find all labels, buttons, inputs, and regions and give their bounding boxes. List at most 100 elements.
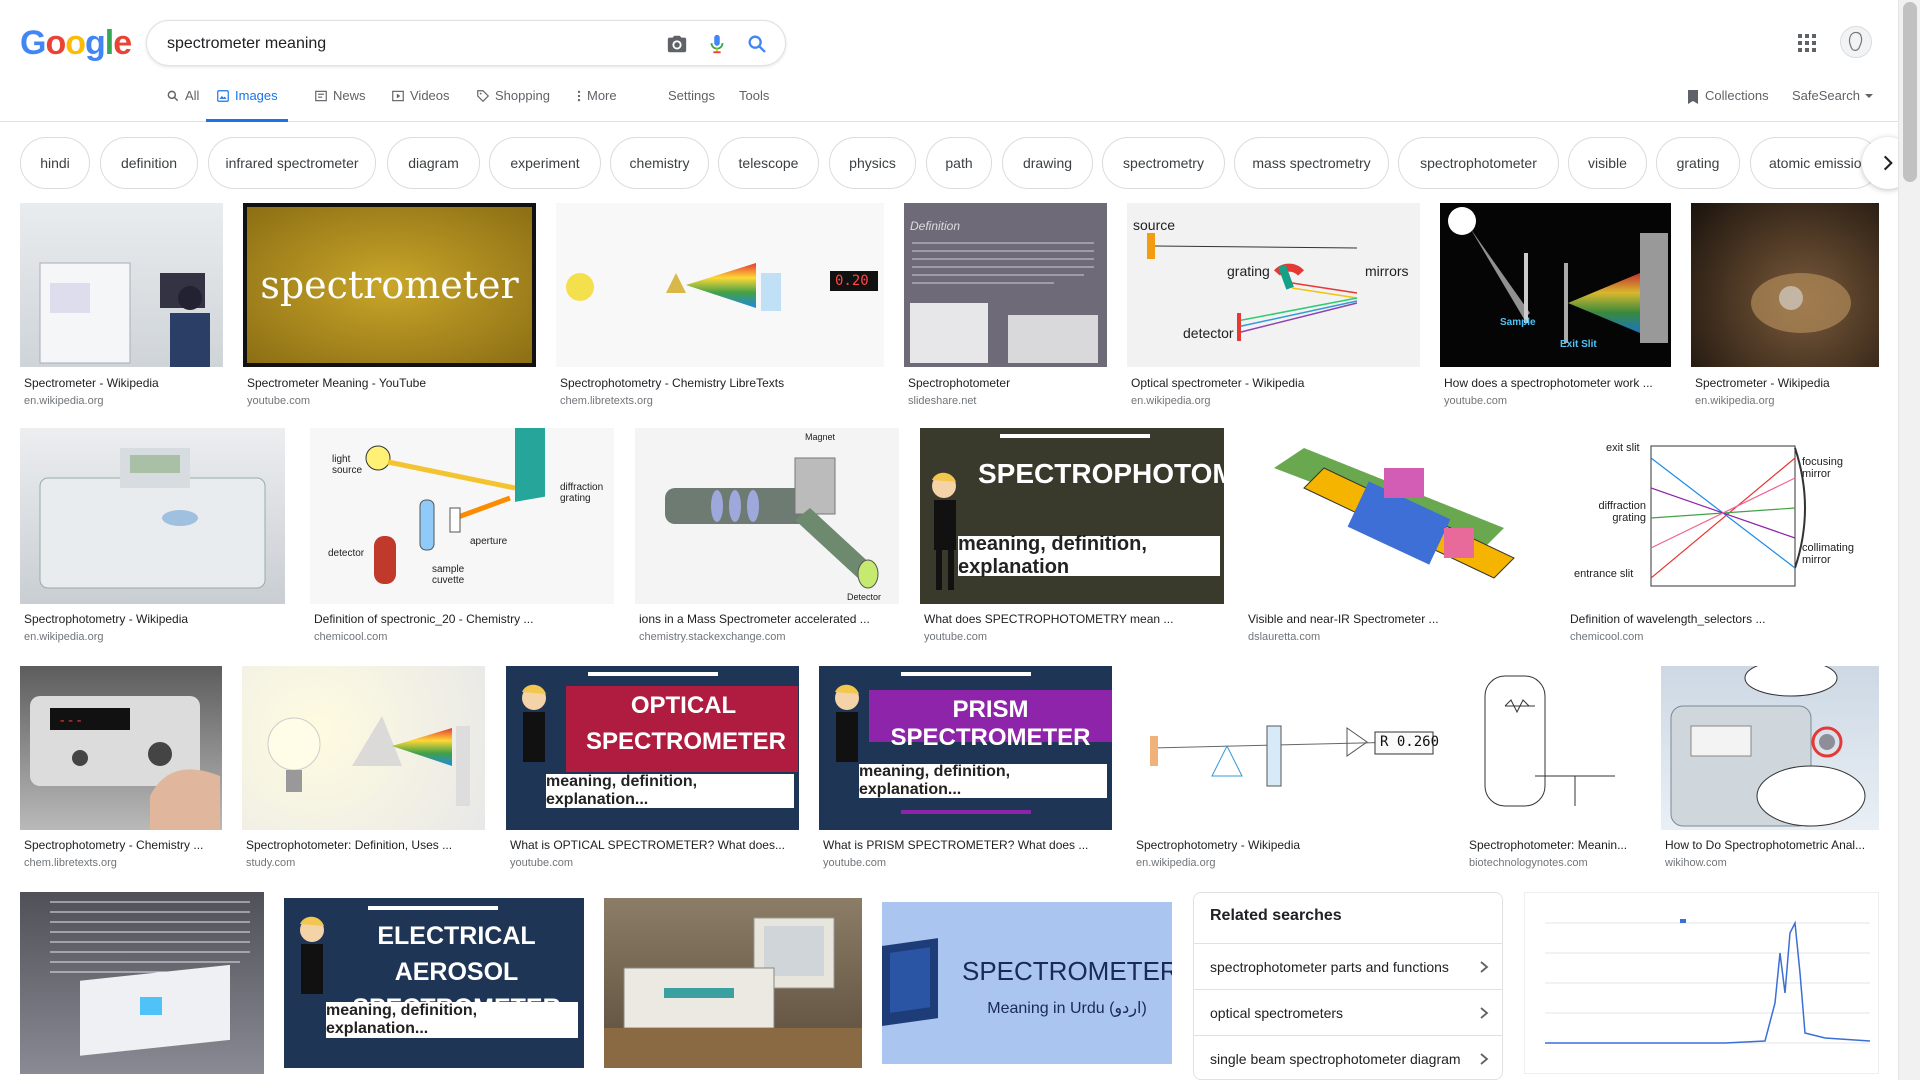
google-logo[interactable]: Google: [20, 24, 132, 63]
result-thumbnail[interactable]: Sample Exit Slit: [1440, 203, 1671, 367]
diagram-label: mirrors: [1365, 263, 1409, 279]
result-thumbnail[interactable]: [1691, 203, 1879, 367]
tab-images[interactable]: Images: [206, 88, 288, 122]
chip[interactable]: experiment: [489, 137, 601, 189]
tab-all[interactable]: All: [166, 88, 199, 122]
result-caption[interactable]: Spectrometer - Wikipedia: [1695, 376, 1875, 390]
search-icon[interactable]: [745, 32, 769, 56]
result-thumbnail[interactable]: [242, 666, 485, 830]
result-domain: dslauretta.com: [1248, 631, 1321, 643]
chip[interactable]: spectrometry: [1102, 137, 1225, 189]
result-thumbnail[interactable]: SPECTROPHOTOMETRY meaning, definition, e…: [920, 428, 1224, 604]
tab-more[interactable]: More: [576, 88, 617, 122]
tab-shopping[interactable]: Shopping: [476, 88, 550, 122]
scrollbar[interactable]: [1898, 0, 1920, 1080]
chip[interactable]: hindi: [20, 137, 90, 189]
thumbnail-title: PRISM SPECTROMETER: [890, 696, 1091, 751]
chip[interactable]: atomic emissio: [1750, 137, 1880, 189]
result-caption[interactable]: Spectrophotometry - Chemistry LibreTexts: [560, 376, 880, 390]
result-caption[interactable]: Spectrophotometry - Wikipedia: [1136, 838, 1441, 852]
result-caption[interactable]: How does a spectrophotometer work ...: [1444, 376, 1667, 390]
result-thumbnail[interactable]: SPECTROMETER Meaning in Urdu (اردو): [882, 902, 1172, 1064]
result-caption[interactable]: Spectrophotometry - Wikipedia: [24, 612, 281, 626]
result-thumbnail[interactable]: PRISM SPECTROMETER meaning, definition, …: [819, 666, 1112, 830]
apps-grid-icon[interactable]: [1795, 31, 1819, 55]
result-thumbnail[interactable]: OPTICAL SPECTROMETER meaning, definition…: [506, 666, 799, 830]
tab-news[interactable]: News: [314, 88, 366, 122]
thumbnail-heading: Definition: [910, 219, 961, 233]
result-thumbnail[interactable]: [20, 203, 223, 367]
result-thumbnail[interactable]: [20, 428, 285, 604]
safesearch-dropdown[interactable]: SafeSearch: [1792, 88, 1873, 122]
result-thumbnail[interactable]: Magnet Detector: [635, 428, 899, 604]
tab-settings[interactable]: Settings: [668, 88, 715, 122]
result-caption[interactable]: Definition of spectronic_20 - Chemistry …: [314, 612, 610, 626]
related-search-item[interactable]: optical spectrometers: [1194, 989, 1502, 1035]
thumbnail-title: SPECTROPHOTOMETRY: [978, 458, 1224, 489]
result-thumbnail[interactable]: [1465, 666, 1642, 830]
tab-tools[interactable]: Tools: [739, 88, 769, 122]
result-caption[interactable]: What does SPECTROPHOTOMETRY mean ...: [924, 612, 1220, 626]
result-caption[interactable]: Visible and near-IR Spectrometer ...: [1248, 612, 1542, 626]
result-thumbnail[interactable]: ELECTRICAL AEROSOL SPECTROMETER meaning,…: [284, 898, 584, 1068]
image-icon: [217, 90, 229, 102]
header: Google All Images News: [0, 0, 1898, 122]
chip[interactable]: path: [926, 137, 992, 189]
result-caption[interactable]: Spectrophotometer: [908, 376, 1103, 390]
result-caption[interactable]: What is PRISM SPECTROMETER? What does ..…: [823, 838, 1108, 852]
tag-icon: [477, 90, 490, 103]
search-icon: [167, 90, 179, 102]
result-caption[interactable]: Spectrometer - Wikipedia: [24, 376, 219, 390]
chip[interactable]: grating: [1656, 137, 1740, 189]
avatar[interactable]: [1840, 26, 1872, 58]
chip[interactable]: visible: [1568, 137, 1647, 189]
result-caption[interactable]: Spectrophotometer: Definition, Uses ...: [246, 838, 481, 852]
chip[interactable]: physics: [829, 137, 916, 189]
related-search-item[interactable]: spectrophotometer parts and functions: [1194, 943, 1502, 989]
chip[interactable]: definition: [100, 137, 198, 189]
collections-link[interactable]: Collections: [1686, 88, 1769, 122]
chip[interactable]: infrared spectrometer: [208, 137, 376, 189]
result-thumbnail[interactable]: Definition: [904, 203, 1107, 367]
result-domain: youtube.com: [823, 857, 886, 869]
result-thumbnail[interactable]: [604, 898, 862, 1068]
search-input[interactable]: [167, 32, 647, 56]
chip[interactable]: chemistry: [610, 137, 709, 189]
result-caption[interactable]: Definition of wavelength_selectors ...: [1570, 612, 1875, 626]
progress-line: [588, 672, 718, 676]
chip[interactable]: telescope: [718, 137, 819, 189]
result-caption[interactable]: What is OPTICAL SPECTROMETER? What does.…: [510, 838, 795, 852]
result-thumbnail[interactable]: exit slit focusing mirror diffraction gr…: [1566, 428, 1879, 604]
result-thumbnail[interactable]: [1661, 666, 1879, 830]
result-caption[interactable]: Optical spectrometer - Wikipedia: [1131, 376, 1416, 390]
thumbnail-text: spectrometer: [247, 207, 532, 363]
related-search-item[interactable]: single beam spectrophotometer diagram: [1194, 1035, 1502, 1079]
chip[interactable]: diagram: [387, 137, 480, 189]
diagram-label: detector: [328, 548, 365, 559]
tab-videos[interactable]: Videos: [391, 88, 450, 122]
result-thumbnail[interactable]: spectrometer: [243, 203, 536, 367]
diagram-label: collimating mirror: [1802, 542, 1854, 566]
result-thumbnail[interactable]: [20, 892, 264, 1074]
result-thumbnail[interactable]: light source diffraction grating apertur…: [310, 428, 614, 604]
result-domain: youtube.com: [510, 857, 573, 869]
camera-icon[interactable]: [665, 32, 689, 56]
chip[interactable]: mass spectrometry: [1234, 137, 1389, 189]
scrollbar-thumb[interactable]: [1903, 2, 1917, 182]
result-caption[interactable]: Spectrophotometer: Meanin...: [1469, 838, 1638, 852]
result-domain: study.com: [246, 857, 296, 869]
result-thumbnail[interactable]: [1524, 892, 1879, 1074]
chip[interactable]: spectrophotometer: [1398, 137, 1559, 189]
result-domain: wikihow.com: [1665, 857, 1727, 869]
result-thumbnail[interactable]: ---: [20, 666, 222, 830]
chip[interactable]: drawing: [1002, 137, 1093, 189]
result-thumbnail[interactable]: [1244, 428, 1546, 604]
result-thumbnail[interactable]: R 0.260: [1132, 666, 1445, 830]
result-caption[interactable]: Spectrophotometry - Chemistry ...: [24, 838, 218, 852]
result-caption[interactable]: ions in a Mass Spectrometer accelerated …: [639, 612, 895, 626]
result-thumbnail[interactable]: source grating mirrors detector: [1127, 203, 1420, 367]
microphone-icon[interactable]: [705, 32, 729, 56]
result-thumbnail[interactable]: 0.20: [556, 203, 884, 367]
result-caption[interactable]: Spectrometer Meaning - YouTube: [247, 376, 532, 390]
result-caption[interactable]: How to Do Spectrophotometric Anal...: [1665, 838, 1875, 852]
